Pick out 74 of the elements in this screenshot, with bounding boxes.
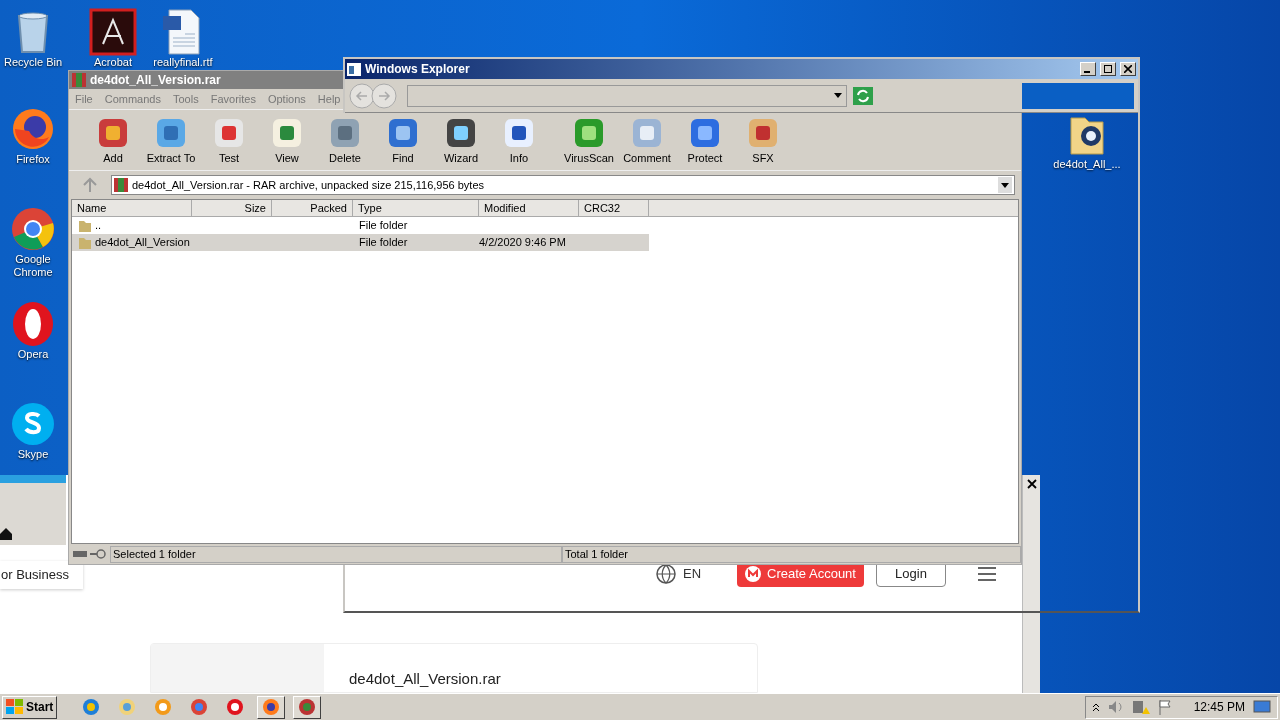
start-button[interactable]: Start xyxy=(2,695,58,719)
status-text: Total 1 folder xyxy=(562,545,1021,563)
toolbar-button[interactable]: Protect xyxy=(679,115,731,166)
speaker-icon[interactable] xyxy=(1107,700,1124,714)
desktop-icon-label[interactable]: reallyfinal.rtf xyxy=(153,56,213,69)
key-icon xyxy=(90,549,106,559)
refresh-icon[interactable] xyxy=(853,86,873,105)
desktop-icon-label[interactable]: de4dot_All_... xyxy=(1053,158,1121,171)
monitor-icon[interactable] xyxy=(1253,699,1271,715)
column-header[interactable]: Type xyxy=(353,200,479,216)
skype-icon xyxy=(9,400,57,448)
flag-icon[interactable] xyxy=(1157,699,1174,715)
maximize-icon xyxy=(1104,65,1112,73)
home-icon[interactable] xyxy=(0,527,12,541)
dropdown-icon[interactable] xyxy=(998,177,1012,193)
chevron-up-icon[interactable] xyxy=(1091,702,1100,712)
browser-tab-strip xyxy=(0,475,66,483)
file-row[interactable]: de4dot_All_Version File folder 4/2/2020 9:46 PM xyxy=(72,234,649,251)
column-header[interactable]: CRC32 xyxy=(579,200,649,216)
maximize-button[interactable] xyxy=(1100,62,1116,76)
window-title: Windows Explorer xyxy=(365,61,471,78)
drive-icon xyxy=(73,550,87,558)
toolbar-button[interactable]: Info xyxy=(493,115,545,166)
column-header[interactable]: Size xyxy=(192,200,272,216)
address-field[interactable]: de4dot_All_Version.rar - RAR archive, unpacked size 215,116,956 bytes xyxy=(111,175,1015,195)
modified-date: 4/2/2020 9:46 PM xyxy=(478,235,566,251)
opera-icon xyxy=(226,698,245,716)
window-title: de4dot_All_Version.rar xyxy=(90,72,221,89)
toolbar-button[interactable]: Add xyxy=(87,115,139,166)
window-icon xyxy=(347,62,361,76)
toolbar-button[interactable]: Wizard xyxy=(435,115,487,166)
file-name: de4dot_All_Version xyxy=(95,235,190,251)
toolbar-button[interactable]: View xyxy=(261,115,313,166)
language-label[interactable]: EN xyxy=(683,564,702,584)
address-field[interactable] xyxy=(407,84,847,107)
file-name: .. xyxy=(95,218,102,234)
toolbar-button[interactable]: Comment xyxy=(621,115,673,166)
toolbar-button[interactable]: Delete xyxy=(319,115,371,166)
chrome-icon xyxy=(190,698,209,716)
windows-logo-icon xyxy=(6,699,24,715)
toolbar-button[interactable]: Find xyxy=(377,115,429,166)
card-title: de4dot_All_Version.rar xyxy=(349,669,501,689)
dropdown-icon[interactable] xyxy=(834,92,842,99)
toolbar-button[interactable]: Test xyxy=(203,115,255,166)
toolbar-button[interactable]: VirusScan xyxy=(563,115,615,166)
taskbar-app-button[interactable] xyxy=(257,695,286,719)
file-type: File folder xyxy=(358,218,409,234)
close-button[interactable] xyxy=(1120,62,1136,76)
logo-icon xyxy=(745,566,762,582)
menu-icon[interactable] xyxy=(977,567,996,581)
desktop-icon-label[interactable]: Skype xyxy=(17,448,49,461)
status-text: Selected 1 folder xyxy=(110,545,562,563)
desktop-icon-label[interactable]: Recycle Bin xyxy=(3,56,63,69)
minimize-button[interactable] xyxy=(1080,62,1096,76)
network-warning-icon[interactable] xyxy=(1131,699,1150,715)
desktop-icon-label[interactable]: Google Chrome xyxy=(2,253,64,279)
toolbar-button[interactable]: SFX xyxy=(737,115,789,166)
clock[interactable]: 12:45 PM xyxy=(1193,698,1245,716)
column-header[interactable]: Modified xyxy=(479,200,579,216)
column-header[interactable]: Packed xyxy=(272,200,353,216)
desktop-icon-label[interactable]: Opera xyxy=(17,348,49,361)
column-header[interactable]: Name xyxy=(72,200,192,216)
file-type: File folder xyxy=(358,235,409,251)
close-icon xyxy=(1124,65,1132,73)
chrome-icon xyxy=(9,205,57,253)
taskbar-app-button[interactable] xyxy=(293,695,322,719)
desktop-icon-label[interactable]: Acrobat xyxy=(94,56,132,69)
business-link[interactable]: or Business xyxy=(0,561,83,589)
close-icon[interactable] xyxy=(1026,479,1037,489)
toolbar-button[interactable]: Extract To xyxy=(145,115,197,166)
globe-icon[interactable] xyxy=(655,563,677,585)
scrollbar[interactable] xyxy=(1022,475,1040,693)
desktop-icon-label[interactable]: Firefox xyxy=(16,153,50,166)
pdf-app-icon xyxy=(89,8,137,56)
